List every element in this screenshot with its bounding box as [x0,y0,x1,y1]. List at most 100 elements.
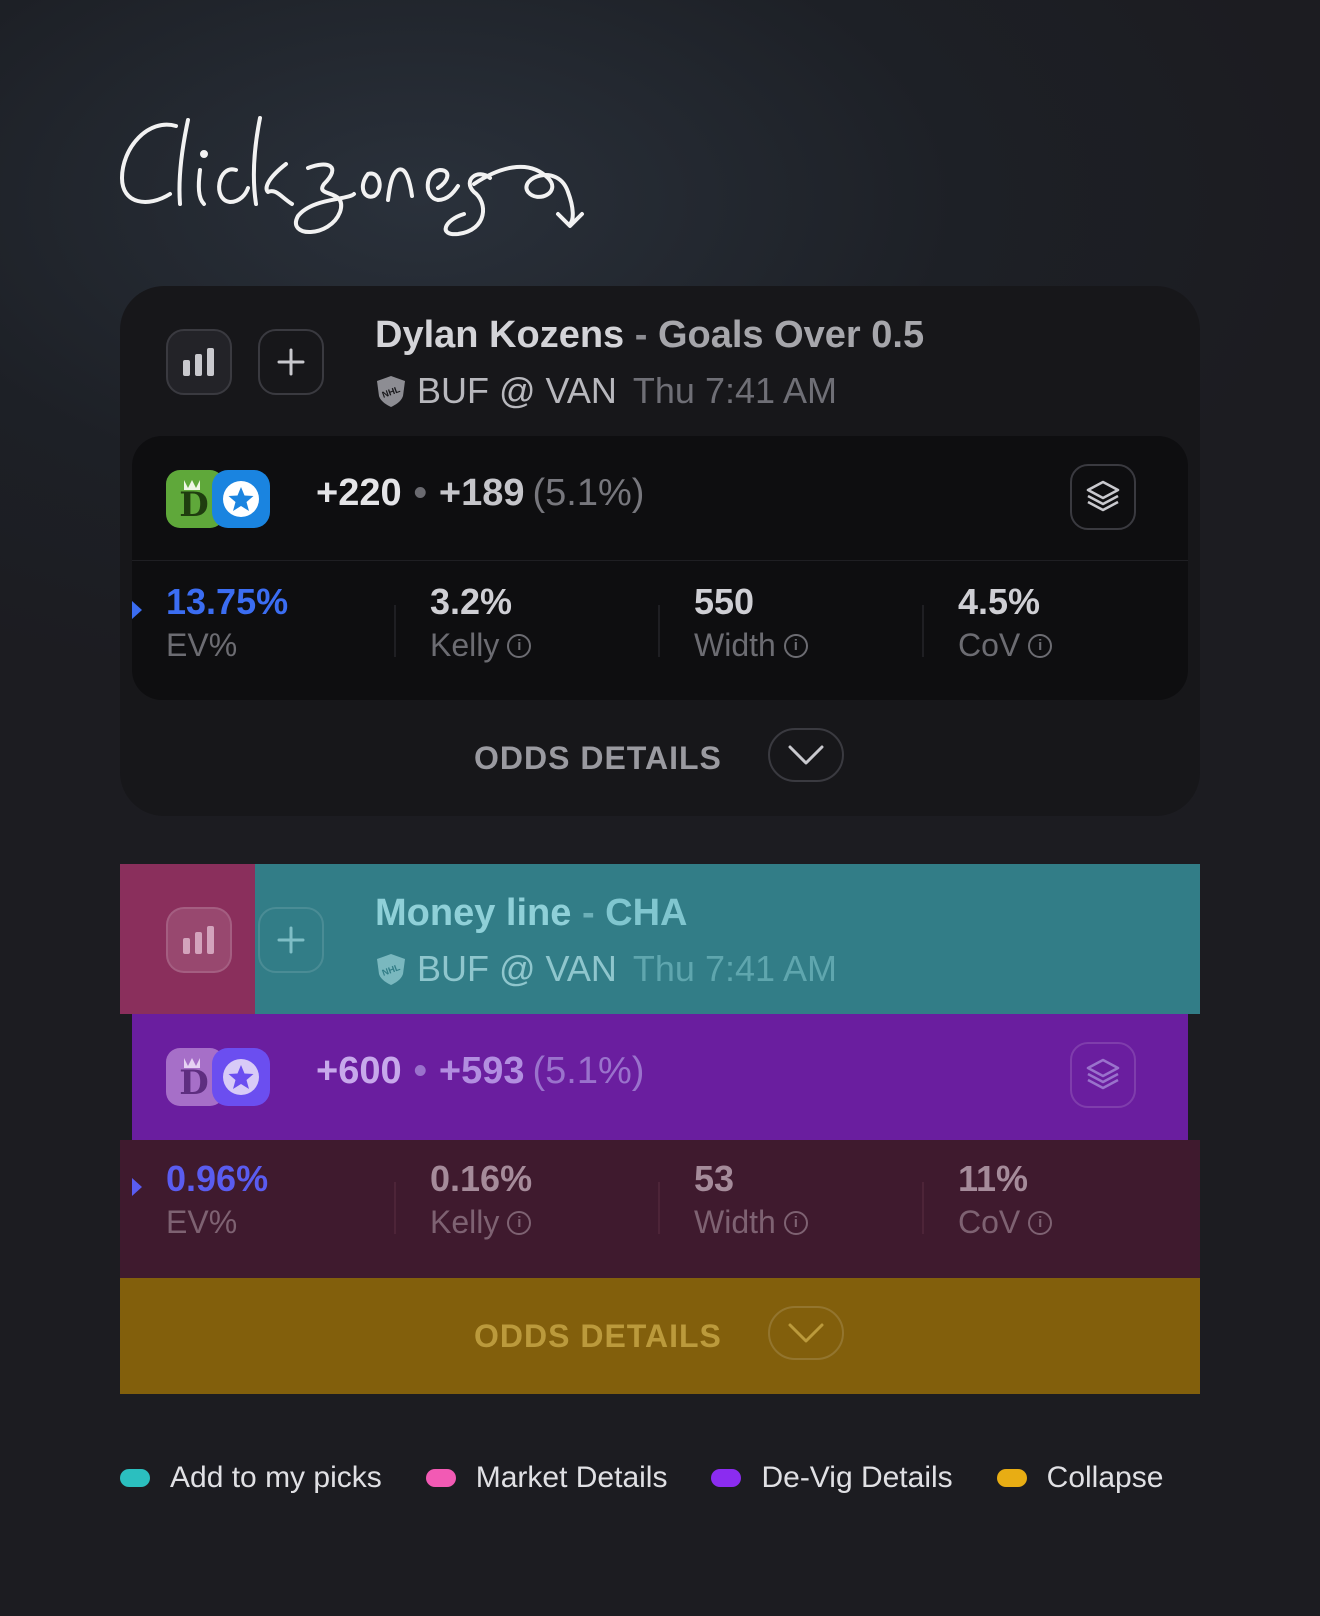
legend-swatch [120,1469,150,1487]
game-info: NHL BUF @ VAN Thu 7:41 AM [375,948,837,990]
cov-value: 4.5% [958,581,1041,622]
legend-swatch [711,1469,742,1487]
market-name: CHA [605,892,688,934]
layers-button[interactable] [1070,464,1136,530]
legend-label: Collapse [1046,1461,1164,1494]
stat-width: 53 Width i [694,1158,924,1241]
star-book-icon [212,1048,270,1106]
width-label: Width [694,1204,776,1240]
sportsbooks: D [166,470,272,528]
cov-value: 11% [958,1158,1029,1199]
divider [394,1182,396,1234]
ev-label: EV% [166,627,238,663]
add-to-picks-button[interactable] [258,329,324,395]
legend-item-market-details: Market Details [425,1461,667,1495]
odds-details-toggle[interactable]: ODDS DETAILS [120,700,1200,816]
width-value: 53 [694,1158,735,1199]
plus-icon [277,348,305,376]
width-value: 550 [694,581,755,622]
info-icon[interactable]: i [507,633,532,658]
stats-row: 0.96% EV% 0.16% Kelly i 53 Width i 11% CoV… [132,1138,1188,1278]
devig-row[interactable]: D +600 • +593 (5.1%) [132,1014,1188,1138]
vig-percent: (5.1%) [532,472,645,514]
divider [922,1182,924,1234]
odds-details-label: ODDS DETAILS [474,1318,722,1354]
kelly-label: Kelly [430,627,500,663]
chevron-down-icon [788,1323,824,1343]
stat-kelly: 0.16% Kelly i [430,1158,660,1241]
info-icon[interactable]: i [507,1210,532,1235]
stat-ev: 0.96% EV% [166,1158,396,1241]
legend-swatch [425,1469,456,1487]
title-separator: - [634,314,648,356]
fair-odds: +593 [438,1050,525,1092]
stats-row: 13.75% EV% 3.2% Kelly i 550 Width i 4.5% C… [132,560,1188,700]
legend-label: De-Vig Details [761,1461,953,1494]
caret-right-icon [132,1178,142,1196]
chevron-down-icon [788,745,824,765]
info-icon[interactable]: i [1028,633,1053,658]
stat-width: 550 Width i [694,581,924,664]
cov-label: CoV [958,627,1021,663]
width-label: Width [694,627,776,663]
legend-item-collapse: Collapse [996,1461,1164,1495]
chevron-down-button[interactable] [768,728,844,782]
book-odds: +220 [316,472,402,514]
game-info: NHL BUF @ VAN Thu 7:41 AM [375,370,837,412]
star-book-icon [212,470,270,528]
info-icon[interactable]: i [1028,1210,1053,1235]
stat-cov: 4.5% CoV i [958,581,1188,664]
bet-card-annotated: Money line - CHA NHL BUF @ VAN Thu 7:41 … [120,864,1200,1394]
legend-item-add-to-picks: Add to my picks [120,1461,382,1495]
bet-card: Dylan Kozens - Goals Over 0.5 NHL BUF @ … [120,286,1200,816]
player-name: Money line [375,892,572,934]
divider [922,605,924,657]
ev-label: EV% [166,1204,238,1240]
info-icon[interactable]: i [783,1210,808,1235]
legend-swatch [996,1469,1027,1487]
click-zones-heading [120,116,584,237]
info-icon[interactable]: i [783,633,808,658]
odds-line: +220 • +189 (5.1%) [316,472,644,515]
legend-item-devig-details: De-Vig Details [711,1461,953,1495]
layers-button[interactable] [1070,1042,1136,1108]
game-time: Thu 7:41 AM [632,370,838,411]
market-title: Dylan Kozens - Goals Over 0.5 [375,314,924,357]
ev-value: 0.96% [166,1158,269,1199]
cov-label: CoV [958,1204,1021,1240]
player-name: Dylan Kozens [375,314,625,356]
sportsbooks: D [166,1048,272,1106]
book-odds: +600 [316,1050,402,1092]
bullet: • [413,472,427,514]
layers-icon [1086,480,1120,512]
title-separator: - [581,892,595,934]
market-details-button[interactable] [166,329,232,395]
matchup: BUF @ VAN [417,370,617,411]
stat-ev: 13.75% EV% [166,581,396,664]
stat-kelly: 3.2% Kelly i [430,581,660,664]
caret-right-icon [132,601,142,619]
svg-text:D: D [179,485,208,525]
ev-value: 13.75% [166,581,289,622]
odds-line: +600 • +593 (5.1%) [316,1050,644,1093]
game-time: Thu 7:41 AM [632,948,838,989]
odds-details-toggle[interactable]: ODDS DETAILS [120,1278,1200,1394]
divider [658,1182,660,1234]
kelly-value: 3.2% [430,581,513,622]
add-to-picks-button[interactable] [258,907,324,973]
odds-details-label: ODDS DETAILS [474,740,722,776]
market-title: Money line - CHA [375,892,687,935]
kelly-label: Kelly [430,1204,500,1240]
legend: Add to my picks Market Details De-Vig De… [120,1458,1207,1498]
plus-icon [277,926,305,954]
card-header: Money line - CHA NHL BUF @ VAN Thu 7:41 … [120,864,1200,1014]
market-details-button[interactable] [166,907,232,973]
nhl-icon: NHL [377,954,405,985]
market-name: Goals Over 0.5 [657,314,925,356]
devig-row[interactable]: D +220 • +189 (5.1%) [132,436,1188,560]
divider [658,605,660,657]
chevron-down-button[interactable] [768,1306,844,1360]
nhl-icon: NHL [377,376,405,407]
bar-chart-icon [183,348,214,376]
bullet: • [413,1050,427,1092]
